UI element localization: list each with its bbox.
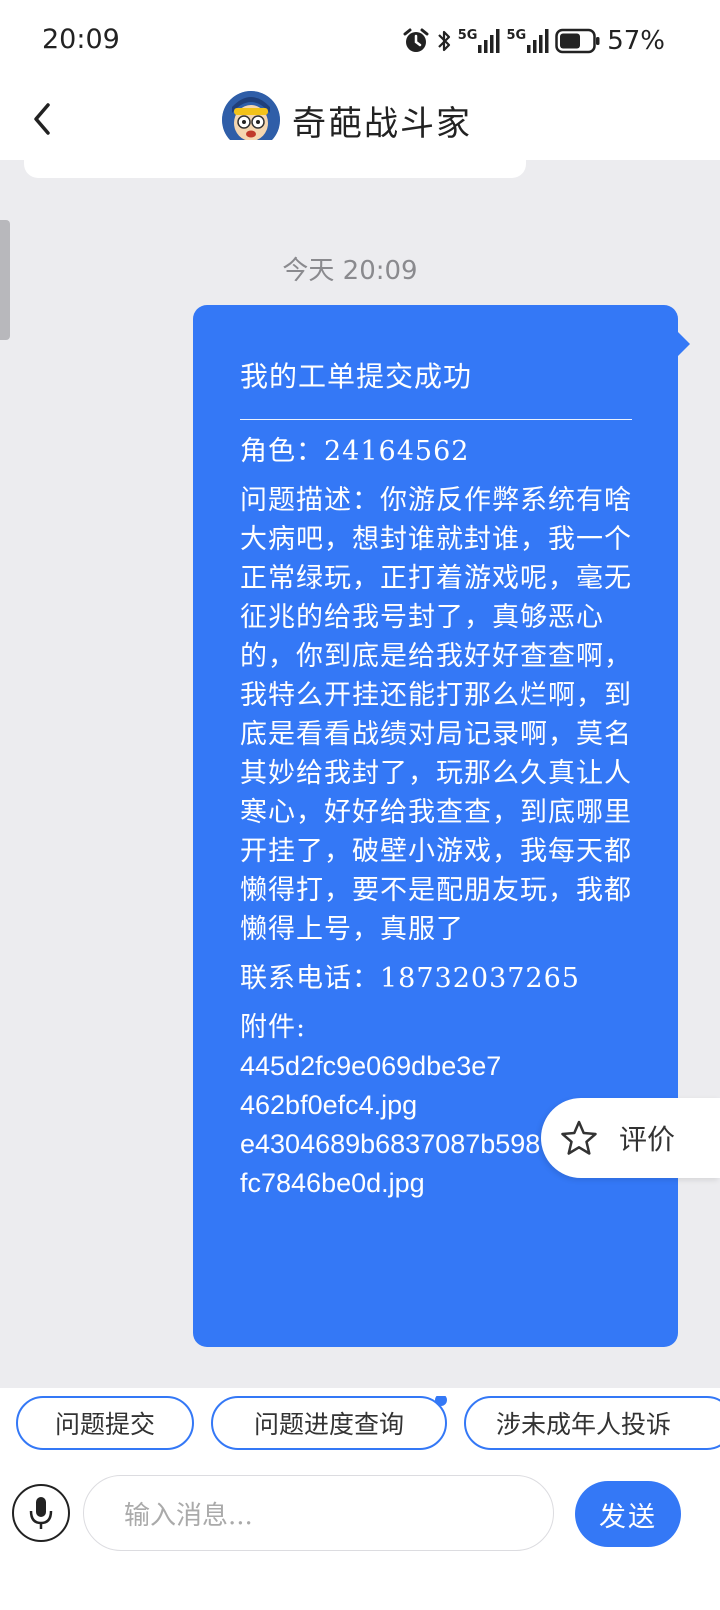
quick-reply-label: 问题进度查询	[253, 1410, 404, 1439]
bottom-panel: 问题提交 问题进度查询 涉未成年人投诉 输入消息... 发送	[0, 1388, 720, 1610]
quick-reply-minor-complaint[interactable]: 涉未成年人投诉	[464, 1396, 720, 1450]
status-time: 20:09	[42, 24, 120, 55]
send-label: 发送	[599, 1501, 657, 1533]
rate-button[interactable]: 评价	[541, 1098, 720, 1178]
message-input-placeholder: 输入消息...	[124, 1500, 253, 1531]
message-divider	[240, 419, 632, 420]
status-bar: 20:09 5G 5G 57%	[0, 0, 720, 80]
date-stamp: 今天 20:09	[282, 256, 418, 286]
back-button[interactable]	[22, 94, 62, 144]
status-icons: 5G 5G 57%	[402, 24, 665, 58]
signal-icon: 5G	[506, 29, 549, 53]
bluetooth-icon	[437, 30, 450, 52]
quick-reply-progress-query[interactable]: 问题进度查询	[211, 1396, 447, 1450]
star-icon	[561, 1120, 597, 1155]
message-phone: 联系电话：18732037265	[240, 963, 580, 994]
quick-reply-label: 涉未成年人投诉	[496, 1410, 672, 1439]
microphone-icon	[29, 1497, 53, 1529]
battery-percent: 57%	[607, 26, 665, 56]
previous-message-card	[24, 140, 526, 178]
message-content: 我的工单提交成功 角色：24164562 问题描述：你游反作弊系统有啥大病吧，想…	[240, 357, 634, 1203]
message-input[interactable]: 输入消息...	[83, 1475, 554, 1551]
send-button[interactable]: 发送	[575, 1481, 681, 1547]
message-role: 角色：24164562	[240, 436, 470, 467]
quick-reply-bar: 问题提交 问题进度查询 涉未成年人投诉	[0, 1396, 720, 1452]
signal-icon: 5G	[458, 29, 501, 53]
attachment-label: 附件:	[240, 1012, 307, 1043]
voice-input-button[interactable]	[12, 1484, 70, 1542]
notification-dot	[435, 1396, 447, 1406]
chevron-left-icon	[34, 103, 50, 135]
message-description: 问题描述：你游反作弊系统有啥大病吧，想封谁就封谁，我一个正常绿玩，正打着游戏呢，…	[240, 485, 632, 945]
bubble-tail	[676, 330, 690, 358]
quick-reply-label: 问题提交	[54, 1410, 155, 1439]
outgoing-message-bubble: 我的工单提交成功 角色：24164562 问题描述：你游反作弊系统有啥大病吧，想…	[193, 305, 678, 1347]
alarm-icon	[403, 28, 429, 52]
quick-reply-submit-issue[interactable]: 问题提交	[16, 1396, 194, 1450]
battery-icon	[555, 28, 601, 54]
rate-label: 评价	[619, 1123, 676, 1156]
chat-title: 奇葩战斗家	[292, 103, 472, 144]
message-title: 我的工单提交成功	[240, 360, 473, 393]
attachment-link[interactable]: 445d2fc9e069dbe3e7	[240, 1047, 634, 1086]
